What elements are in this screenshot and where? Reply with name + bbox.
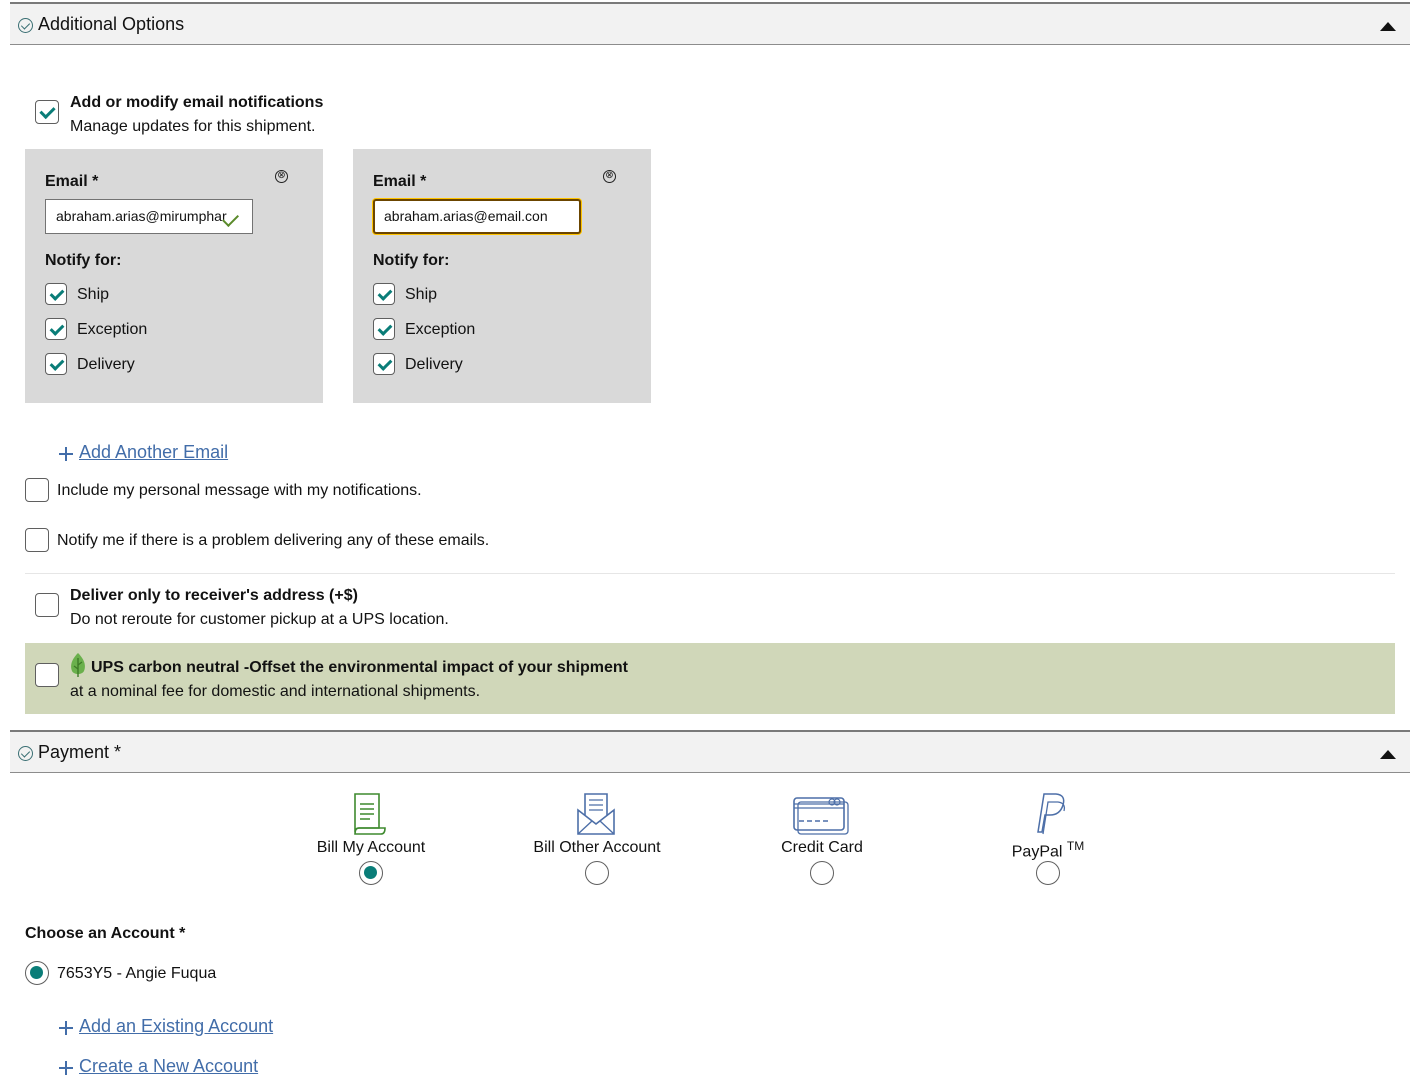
notify-option-label: Ship [405,286,438,303]
personal-message-checkbox[interactable] [25,478,49,502]
payment-method-label: Bill Other Account [533,839,661,856]
email-input[interactable]: abraham.arias@email.con [373,199,581,234]
deliver-only-description: Do not reroute for customer pickup at a … [70,611,449,628]
email-notifications-description: Manage updates for this shipment. [70,118,316,135]
email-notification-card: Email * ⊗ abraham.arias@mirumphar Notify… [25,149,323,403]
email-label: Email * [45,173,99,190]
leaf-icon [71,653,85,677]
notify-option-label: Exception [405,321,476,338]
notify-problem-checkbox[interactable] [25,528,49,552]
email-notifications-label: Add or modify email notifications [70,94,324,111]
collapse-caret-icon[interactable] [1380,22,1396,31]
account-radio[interactable] [25,961,49,985]
deliver-only-checkbox[interactable] [35,593,59,617]
email-input[interactable]: abraham.arias@mirumphar [45,199,253,234]
carbon-neutral-description: at a nominal fee for domestic and intern… [70,683,481,700]
section-title: Payment * [38,742,122,762]
email-notifications-checkbox[interactable] [35,100,59,124]
notify-option-label: Ship [77,286,110,303]
plus-icon [59,1061,73,1075]
add-another-email-link[interactable]: Add Another Email [79,442,228,463]
notify-problem-label: Notify me if there is a problem deliveri… [57,532,490,549]
email-notification-card: Email * ⊗ abraham.arias@email.con Notify… [353,149,651,403]
remove-email-icon[interactable]: ⊗ [603,170,616,183]
delivery-checkbox[interactable] [45,353,67,375]
divider [25,573,1395,574]
payment-header[interactable]: Payment * [10,730,1410,773]
deliver-only-label: Deliver only to receiver's address (+$) [70,587,358,604]
account-option-label: 7653Y5 - Angie Fuqua [57,965,217,982]
bill-document-icon [354,793,386,835]
payment-method-label: Bill My Account [316,839,426,856]
payment-method-label: PayPal TM [948,839,1148,861]
exception-checkbox[interactable] [45,318,67,340]
collapse-caret-icon[interactable] [1380,750,1396,759]
carbon-neutral-checkbox[interactable] [35,663,59,687]
payment-method-radio[interactable] [1036,861,1060,885]
trademark-superscript: TM [1066,839,1085,853]
choose-account-label: Choose an Account * [25,925,186,942]
section-complete-icon [18,18,33,33]
notify-option-label: Delivery [405,356,463,373]
ship-checkbox[interactable] [45,283,67,305]
paypal-icon [1037,793,1066,835]
envelope-letter-icon [577,793,615,835]
plus-icon [59,447,73,461]
ship-checkbox[interactable] [373,283,395,305]
email-label: Email * [373,173,427,190]
delivery-checkbox[interactable] [373,353,395,375]
personal-message-label: Include my personal message with my noti… [57,482,422,499]
credit-card-icon [793,797,849,835]
notify-for-label: Notify for: [45,252,122,269]
remove-email-icon[interactable]: ⊗ [275,170,288,183]
plus-icon [59,1021,73,1035]
additional-options-header[interactable]: Additional Options [10,2,1410,45]
add-existing-account-link[interactable]: Add an Existing Account [79,1016,273,1037]
section-complete-icon [18,746,33,761]
notify-for-label: Notify for: [373,252,450,269]
payment-method-label: Credit Card [781,839,863,856]
notify-option-label: Delivery [77,356,135,373]
section-title: Additional Options [38,14,185,34]
payment-method-radio[interactable] [810,861,834,885]
carbon-neutral-panel: UPS carbon neutral -Offset the environme… [25,643,1395,714]
create-new-account-link[interactable]: Create a New Account [79,1056,258,1077]
payment-method-radio[interactable] [585,861,609,885]
paypal-label: PayPal [1011,843,1063,861]
notify-option-label: Exception [77,321,148,338]
exception-checkbox[interactable] [373,318,395,340]
payment-method-radio[interactable] [359,861,383,885]
carbon-neutral-label: UPS carbon neutral -Offset the environme… [91,659,628,676]
